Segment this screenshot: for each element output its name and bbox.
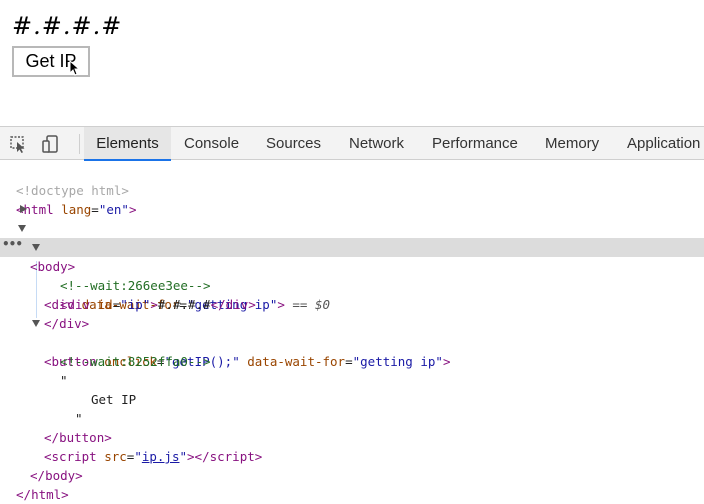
- tab-performance[interactable]: Performance: [432, 127, 518, 160]
- dom-node-script[interactable]: <script src="ip.js"></script>: [0, 428, 704, 464]
- expand-arrow-icon[interactable]: [20, 205, 27, 213]
- dom-node-body[interactable]: <body>: [0, 219, 704, 274]
- dom-tree: <!doctype html> <html lang="en"> <head>……: [0, 162, 704, 504]
- page: #.#.#.# Get IP Elements Console Sources …: [0, 0, 704, 504]
- tab-application[interactable]: Application: [627, 127, 700, 160]
- tab-memory[interactable]: Memory: [545, 127, 599, 160]
- tab-network[interactable]: Network: [349, 127, 404, 160]
- dom-node-comment[interactable]: <!--wait:8252ffa0-->: [0, 333, 704, 369]
- devtools-panel: Elements Console Sources Network Perform…: [0, 126, 704, 504]
- rendered-page: #.#.#.# Get IP: [0, 0, 704, 126]
- dom-node-html-close[interactable]: </html>: [0, 466, 704, 502]
- device-toolbar-icon[interactable]: [41, 135, 61, 153]
- dom-node-text-quote[interactable]: ": [0, 390, 704, 426]
- mouse-cursor-icon: [69, 60, 81, 76]
- devtools-toolbar: Elements Console Sources Network Perform…: [0, 127, 704, 161]
- dom-node-html[interactable]: <html lang="en">: [0, 181, 704, 217]
- dom-node-button[interactable]: <button onclick="getIP();" data-wait-for…: [0, 314, 704, 369]
- more-options-icon[interactable]: •••: [2, 235, 23, 254]
- dom-node-head[interactable]: <head>…</head>: [0, 200, 704, 255]
- tab-console[interactable]: Console: [184, 127, 239, 160]
- tag-name: html: [31, 487, 62, 502]
- dom-node-body-close[interactable]: </body>: [0, 447, 704, 483]
- toolbar-divider: [79, 134, 80, 154]
- collapse-arrow-icon[interactable]: [32, 320, 40, 327]
- dom-node-text-quote[interactable]: ": [0, 352, 704, 388]
- dom-node-doctype[interactable]: <!doctype html>: [0, 162, 704, 198]
- collapse-arrow-icon[interactable]: [32, 244, 40, 251]
- dom-node-text[interactable]: Get IP: [0, 371, 704, 407]
- tab-sources[interactable]: Sources: [266, 127, 321, 160]
- dom-node-div-close[interactable]: </div>: [0, 295, 704, 331]
- tab-elements[interactable]: Elements: [84, 127, 171, 161]
- collapse-arrow-icon[interactable]: [18, 225, 26, 232]
- dom-node-div-ip[interactable]: <div id="ip">#.#.#.#</div>: [0, 276, 704, 312]
- dom-node-comment[interactable]: <!--wait:266ee3ee-->: [0, 257, 704, 293]
- dom-node-div-wait-selected[interactable]: ••• <div data-wait-for="getting ip"> == …: [0, 235, 704, 312]
- inspect-element-icon[interactable]: [9, 135, 29, 153]
- dom-node-button-close[interactable]: </button>: [0, 409, 704, 445]
- ip-display: #.#.#.#: [12, 12, 123, 40]
